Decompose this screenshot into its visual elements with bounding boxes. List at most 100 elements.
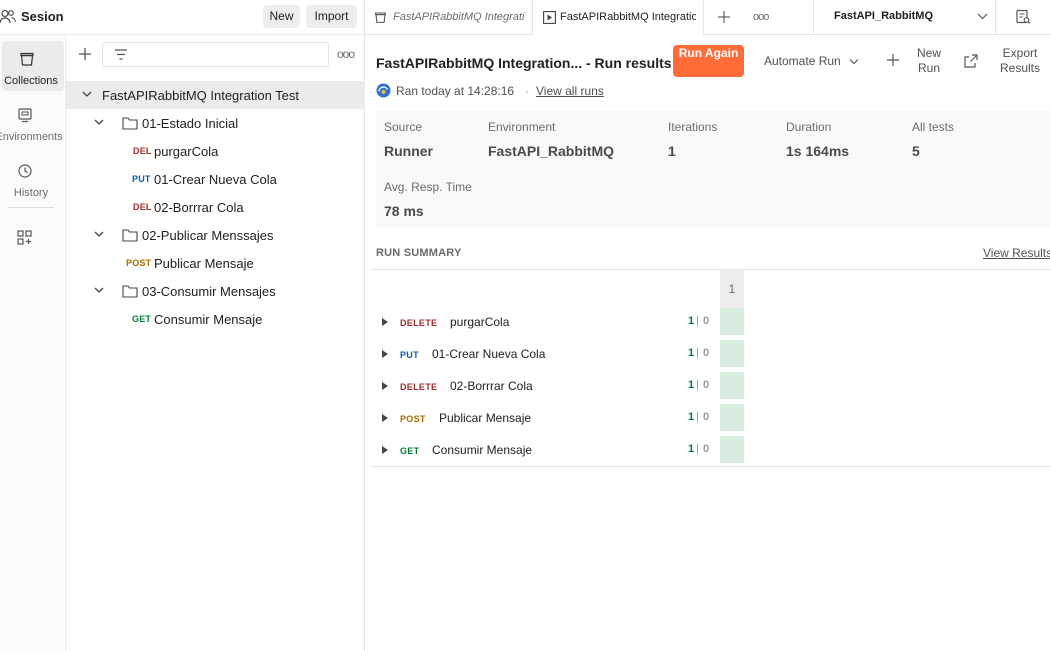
tree-collection-row[interactable]: FastAPIRabbitMQ Integration Test <box>66 81 365 109</box>
collection-name: FastAPIRabbitMQ Integration Test <box>102 88 300 103</box>
plus-icon <box>886 53 900 67</box>
tab-run-results[interactable]: FastAPIRabbitMQ Integration Test - Run r… <box>534 0 704 35</box>
tree-request-row[interactable]: DEL purgarCola <box>66 137 365 165</box>
run-again-button[interactable]: Run Again <box>673 45 744 77</box>
tree-folder-row[interactable]: 01-Estado Inicial <box>66 109 365 137</box>
summary-row[interactable]: PUT 01-Crear Nueva Cola 1 | 0 <box>370 338 1050 370</box>
tab-collection[interactable]: FastAPIRabbitMQ Integration Test <box>365 0 533 35</box>
workspace-name[interactable]: Sesion <box>21 9 64 24</box>
iteration-result-cell[interactable] <box>720 340 744 367</box>
collections-icon <box>19 51 35 67</box>
request-name: 01-Crear Nueva Cola <box>432 347 546 361</box>
folder-icon <box>122 228 138 242</box>
stat-label: Duration <box>786 120 832 134</box>
sidebar-item-history[interactable]: History <box>0 153 62 203</box>
failed-count: 0 <box>703 443 710 455</box>
import-button[interactable]: Import <box>306 5 357 28</box>
stat-value: FastAPI_RabbitMQ <box>488 143 615 159</box>
environments-icon <box>17 107 33 123</box>
count-separator: | <box>696 347 699 359</box>
method-badge: DELETE <box>400 318 438 328</box>
chevron-down-icon[interactable] <box>849 58 859 65</box>
request-name: 01-Crear Nueva Cola <box>154 172 277 187</box>
count-separator: | <box>696 443 699 455</box>
stat-value: 1 <box>668 143 676 159</box>
stat-source: Source Runner <box>384 120 433 159</box>
expand-caret-icon[interactable] <box>382 446 388 454</box>
stat-value: Runner <box>384 143 433 159</box>
passed-count: 1 <box>688 379 695 391</box>
tree-request-row[interactable]: POST Publicar Mensaje <box>66 249 365 277</box>
stat-value: 5 <box>912 143 920 159</box>
tree-request-row[interactable]: GET Consumir Mensaje <box>66 305 365 333</box>
request-name: 02-Borrrar Cola <box>450 379 533 393</box>
expand-caret-icon[interactable] <box>382 414 388 422</box>
chevron-down-icon[interactable] <box>82 90 92 98</box>
method-badge: PUT <box>132 174 151 184</box>
new-tab-icon[interactable] <box>717 10 731 24</box>
summary-row[interactable]: DELETE purgarCola 1 | 0 <box>370 306 1050 338</box>
tab-label: FastAPIRabbitMQ Integration Test - Run r… <box>560 11 696 23</box>
run-stats-panel: Source Runner Environment FastAPI_Rabbit… <box>376 110 1050 229</box>
sidebar-item-collections[interactable]: Collections <box>2 41 64 91</box>
sidebar-item-label: History <box>13 187 49 199</box>
configure-workbench-icon[interactable] <box>16 229 34 247</box>
workspace-header: Sesion New Import <box>0 0 365 35</box>
request-name: purgarCola <box>154 144 219 159</box>
method-badge: DEL <box>133 146 152 156</box>
stat-value: 1s 164ms <box>786 143 850 159</box>
sidebar-item-environments[interactable]: Environments <box>0 97 63 147</box>
summary-row[interactable]: POST Publicar Mensaje 1 | 0 <box>370 402 1050 434</box>
ran-timestamp: Ran today at 14:28:16 <box>396 84 515 98</box>
summary-row[interactable]: GET Consumir Mensaje 1 | 0 <box>370 434 1050 466</box>
method-badge: GET <box>132 314 152 324</box>
tree-request-row[interactable]: PUT 01-Crear Nueva Cola <box>66 165 365 193</box>
request-name: 02-Borrrar Cola <box>154 200 244 215</box>
environment-quick-look-icon[interactable] <box>1015 9 1031 25</box>
passed-count: 1 <box>688 315 695 327</box>
team-icon <box>0 9 16 24</box>
search-input[interactable] <box>102 42 329 67</box>
expand-caret-icon[interactable] <box>382 382 388 390</box>
iteration-result-cell[interactable] <box>720 436 744 463</box>
chevron-down-icon[interactable] <box>94 286 104 294</box>
passed-count: 1 <box>688 443 695 455</box>
divider <box>370 466 1050 467</box>
chevron-down-icon[interactable] <box>94 230 104 238</box>
tree-folder-row[interactable]: 02-Publicar Menssajes <box>66 221 365 249</box>
environment-name: FastAPI_RabbitMQ <box>834 10 934 22</box>
expand-caret-icon[interactable] <box>382 318 388 326</box>
new-run-button[interactable]: New Run <box>886 45 946 79</box>
view-all-runs-link[interactable]: View all runs <box>536 84 604 98</box>
iteration-result-cell[interactable] <box>720 308 744 335</box>
iteration-result-cell[interactable] <box>720 404 744 431</box>
stat-label: All tests <box>912 120 955 134</box>
stat-label: Avg. Resp. Time <box>384 180 472 194</box>
request-name: Publicar Mensaje <box>439 411 532 425</box>
view-results-link[interactable]: View Results <box>983 246 1050 260</box>
folder-name: 02-Publicar Menssajes <box>142 228 274 243</box>
more-tabs-icon[interactable]: ooo <box>753 11 769 23</box>
environment-selector[interactable]: FastAPI_RabbitMQ <box>813 0 996 35</box>
export-results-label: Export Results <box>999 46 1040 75</box>
passed-count: 1 <box>688 411 695 423</box>
export-results-button[interactable]: Export Results <box>963 45 1050 79</box>
sidebar-rail: Collections Environments History <box>0 35 66 651</box>
expand-caret-icon[interactable] <box>382 350 388 358</box>
iteration-header: 1 <box>720 270 744 308</box>
filter-icon <box>114 48 128 61</box>
tree-folder-row[interactable]: 03-Consumir Mensajes <box>66 277 365 305</box>
more-options-icon[interactable]: ooo <box>337 47 355 61</box>
method-badge: POST <box>126 258 152 268</box>
add-collection-icon[interactable] <box>78 47 92 61</box>
automate-run-button[interactable]: Automate Run <box>764 54 841 68</box>
summary-row[interactable]: DELETE 02-Borrrar Cola 1 | 0 <box>370 370 1050 402</box>
tree-request-row[interactable]: DEL 02-Borrrar Cola <box>66 193 365 221</box>
tab-bar: FastAPIRabbitMQ Integration Test FastAPI… <box>365 0 1050 35</box>
sidebar-item-label: Collections <box>4 75 58 87</box>
iteration-result-cell[interactable] <box>720 372 744 399</box>
separator-dot: · <box>525 84 529 98</box>
count-separator: | <box>696 315 699 327</box>
new-button[interactable]: New <box>263 5 300 28</box>
chevron-down-icon[interactable] <box>94 118 104 126</box>
